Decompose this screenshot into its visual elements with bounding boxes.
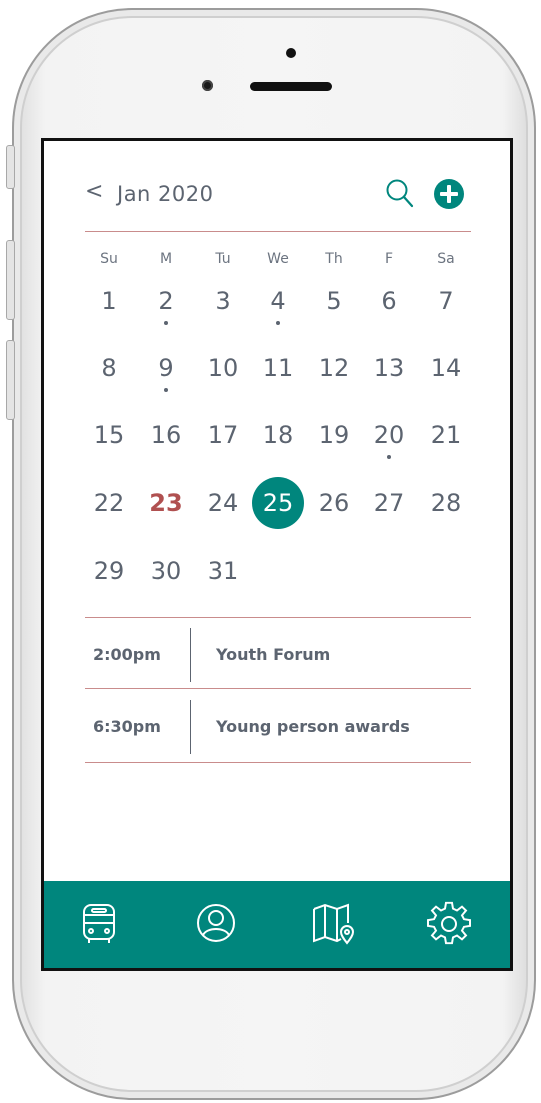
calendar-day[interactable]: 29 — [87, 549, 131, 593]
calendar-day[interactable]: 7 — [424, 279, 468, 323]
calendar-day[interactable]: 21 — [424, 413, 468, 457]
bus-icon[interactable] — [77, 901, 123, 947]
calendar-day[interactable]: 20 — [367, 413, 411, 457]
weekday-label: Tu — [215, 251, 231, 267]
event-separator — [190, 700, 191, 754]
event-time: 6:30pm — [93, 717, 161, 736]
calendar-day[interactable]: 4 — [256, 279, 300, 323]
event-indicator-dot — [276, 321, 280, 325]
map-icon[interactable] — [310, 901, 356, 947]
month-title: Jan 2020 — [117, 182, 214, 206]
settings-icon[interactable] — [426, 901, 472, 947]
app-screen: < Jan 2020 Su M Tu We Th F Sa 1 2 3 4 5 6 7 8 9 10 11 12 1… — [41, 138, 513, 971]
event-time: 2:00pm — [93, 645, 161, 664]
calendar-day[interactable]: 17 — [201, 413, 245, 457]
earpiece-speaker — [250, 82, 332, 91]
calendar-day[interactable]: 31 — [201, 549, 245, 593]
event-separator — [190, 628, 191, 682]
calendar-day[interactable]: 12 — [312, 346, 356, 390]
calendar-day[interactable]: 22 — [87, 481, 131, 525]
event-indicator-dot — [164, 321, 168, 325]
previous-month-button[interactable]: < — [85, 179, 103, 204]
event-title: Youth Forum — [216, 645, 331, 664]
calendar-day[interactable]: 1 — [87, 279, 131, 323]
front-camera — [202, 80, 213, 91]
user-icon[interactable] — [193, 901, 239, 947]
weekday-label: Th — [325, 251, 343, 267]
calendar-day[interactable]: 26 — [312, 481, 356, 525]
calendar-day[interactable]: 8 — [87, 346, 131, 390]
calendar-day[interactable]: 3 — [201, 279, 245, 323]
weekday-label: F — [384, 251, 394, 267]
mute-switch — [6, 145, 15, 189]
calendar-day[interactable]: 5 — [312, 279, 356, 323]
calendar-day[interactable]: 15 — [87, 413, 131, 457]
calendar-day[interactable]: 18 — [256, 413, 300, 457]
calendar-day[interactable]: 28 — [424, 481, 468, 525]
plus-circle-icon[interactable] — [433, 178, 465, 210]
volume-up-button — [6, 240, 15, 320]
calendar-day[interactable]: 16 — [144, 413, 188, 457]
header-divider — [85, 231, 471, 232]
event-indicator-dot — [387, 455, 391, 459]
calendar-day[interactable]: 27 — [367, 481, 411, 525]
calendar-day[interactable]: 19 — [312, 413, 356, 457]
events-bottom-divider — [85, 762, 471, 763]
calendar-day[interactable]: 2 — [144, 279, 188, 323]
weekday-label: Su — [100, 251, 118, 267]
search-icon[interactable] — [385, 177, 415, 209]
calendar-day[interactable]: 11 — [256, 346, 300, 390]
calendar-day[interactable]: 14 — [424, 346, 468, 390]
calendar-day[interactable]: 30 — [144, 549, 188, 593]
event-item[interactable]: 6:30pm Young person awards — [85, 692, 471, 762]
event-title: Young person awards — [216, 717, 410, 736]
calendar-day-selected[interactable]: 25 — [252, 477, 304, 529]
calendar-day-today[interactable]: 23 — [144, 481, 188, 525]
event-divider — [85, 688, 471, 689]
calendar-day[interactable]: 13 — [367, 346, 411, 390]
event-item[interactable]: 2:00pm Youth Forum — [85, 620, 471, 690]
volume-down-button — [6, 340, 15, 420]
calendar-day[interactable]: 6 — [367, 279, 411, 323]
bottom-tab-bar — [44, 881, 510, 968]
calendar-day[interactable]: 24 — [201, 481, 245, 525]
weekday-label: M — [159, 251, 173, 267]
weekday-label: We — [267, 251, 289, 267]
calendar-header: < Jan 2020 — [85, 177, 471, 233]
proximity-sensor — [286, 48, 296, 58]
event-indicator-dot — [164, 388, 168, 392]
calendar-day[interactable]: 10 — [201, 346, 245, 390]
events-top-divider — [85, 617, 471, 618]
weekday-label: Sa — [437, 251, 455, 267]
calendar-day[interactable]: 9 — [144, 346, 188, 390]
